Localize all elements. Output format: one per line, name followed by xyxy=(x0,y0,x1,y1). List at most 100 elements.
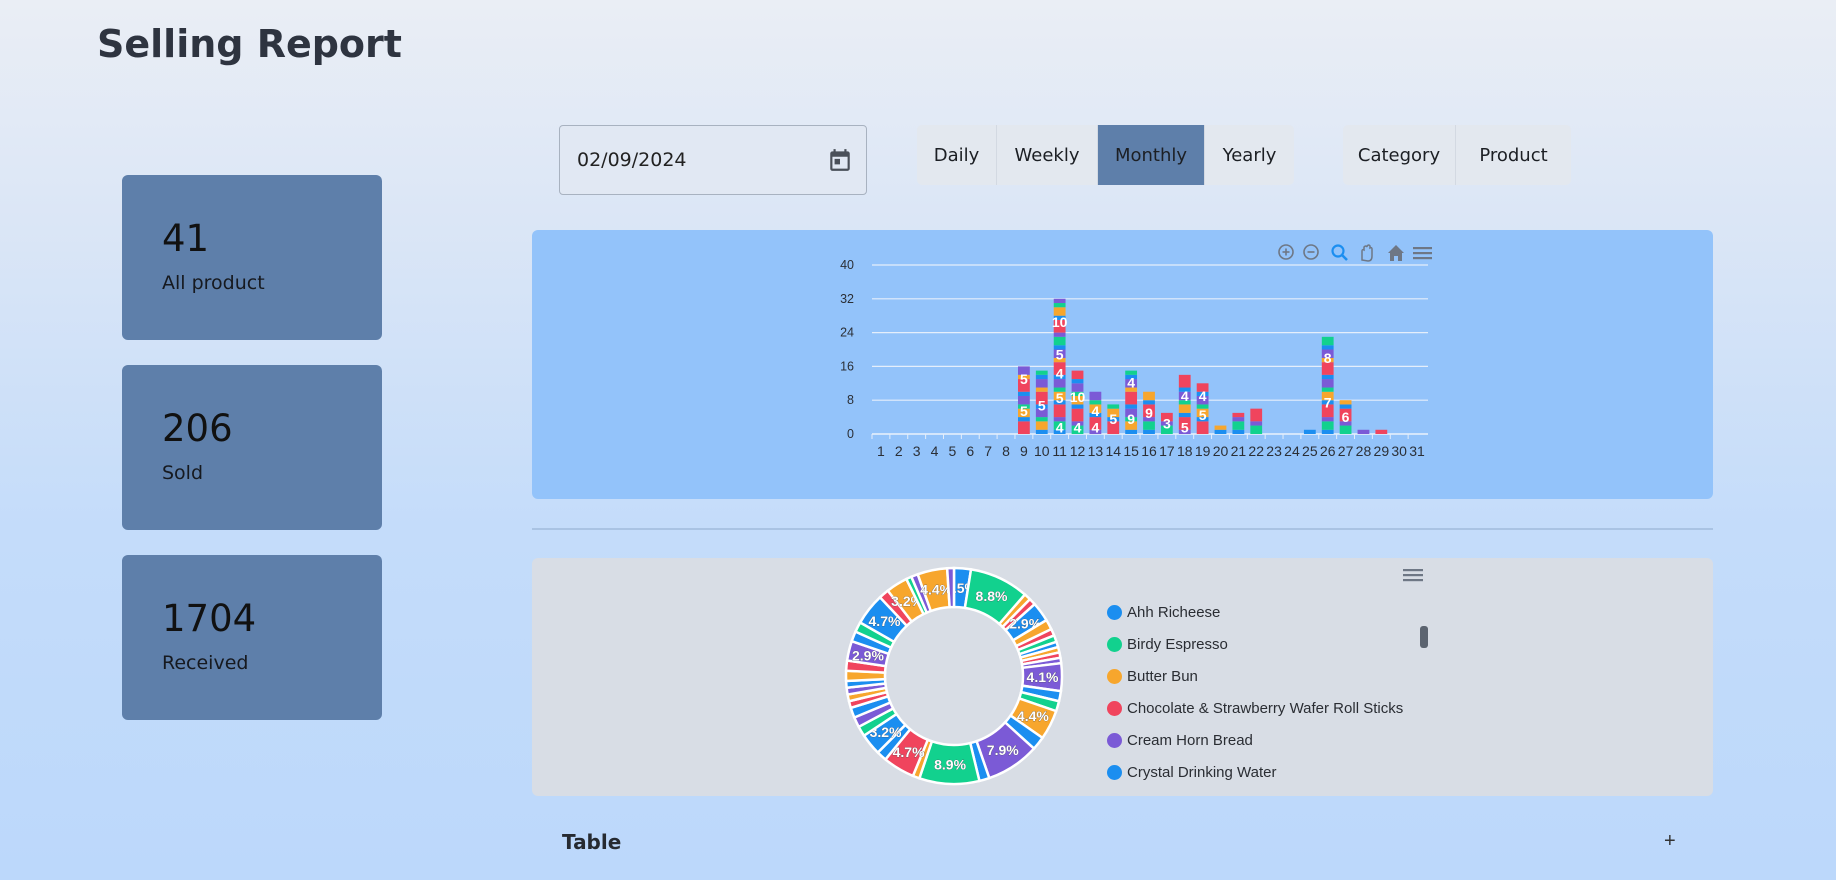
bar-segment xyxy=(1339,404,1352,409)
legend-label: Cream Horn Bread xyxy=(1127,731,1253,749)
data-label: 5 xyxy=(1109,411,1117,427)
bar-stack[interactable] xyxy=(1250,408,1263,434)
x-tick-label: 19 xyxy=(1195,443,1211,459)
slice-label: 8.9% xyxy=(934,756,966,772)
bar-chart-panel: 0 8 16 24 32 40 1 2 3 4 5 6 7 8 9 10 11 12 13 14 15 16 17 18 19 2… xyxy=(532,230,1713,499)
data-label: 5 xyxy=(1020,403,1028,419)
stat-card-all-product: 41 All product xyxy=(122,175,382,340)
y-tick-label: 32 xyxy=(840,292,854,306)
bar-segment xyxy=(1107,404,1120,409)
legend-item[interactable]: Butter Bun xyxy=(1107,660,1403,692)
legend-marker xyxy=(1107,732,1122,748)
bar-segment xyxy=(1071,370,1084,380)
bar-segment xyxy=(1321,421,1334,430)
bar-segment xyxy=(1143,429,1155,434)
legend-item[interactable]: Ahh Richeese xyxy=(1107,596,1403,628)
yearly-button[interactable]: Yearly xyxy=(1205,125,1294,185)
bar-segment xyxy=(1178,404,1191,413)
product-button[interactable]: Product xyxy=(1456,125,1571,185)
x-tick-label: 22 xyxy=(1248,443,1264,459)
x-tick-label: 24 xyxy=(1284,443,1300,459)
y-tick-label: 40 xyxy=(840,258,854,272)
group-toggle-group: Category Product xyxy=(1343,125,1571,185)
x-tick-label: 27 xyxy=(1338,443,1354,459)
x-tick-label: 18 xyxy=(1177,443,1193,459)
bar-segment xyxy=(1035,370,1048,375)
stat-label: Received xyxy=(162,652,249,674)
bar-segment xyxy=(1143,400,1155,405)
stat-value: 206 xyxy=(162,407,233,450)
bar-segment xyxy=(1339,400,1352,405)
bar-segment xyxy=(1250,408,1263,422)
calendar-icon[interactable] xyxy=(827,146,853,174)
bar-segment xyxy=(1321,417,1334,422)
bar-segment xyxy=(1089,391,1102,401)
legend-item[interactable]: Cream Horn Bread xyxy=(1107,724,1403,756)
bar-segment xyxy=(1196,421,1209,434)
x-tick-label: 15 xyxy=(1123,443,1139,459)
data-label: 4 xyxy=(1056,366,1064,382)
legend-marker xyxy=(1107,668,1122,684)
table-section-title: Table xyxy=(562,830,622,854)
x-tick-label: 1 xyxy=(877,443,885,459)
bar-stack[interactable] xyxy=(1232,412,1245,434)
data-label: 9 xyxy=(1127,411,1135,427)
zoom-selection-icon[interactable] xyxy=(1331,244,1348,261)
menu-icon[interactable] xyxy=(1413,247,1432,260)
slice-label: 4.1% xyxy=(1027,669,1059,685)
bar-segment xyxy=(1321,387,1334,392)
monthly-button[interactable]: Monthly xyxy=(1098,125,1205,185)
legend-item[interactable]: Crystal Drinking Water xyxy=(1107,756,1403,788)
pie-legend: Ahh Richeese Birdy Espresso Butter Bun Choc… xyxy=(1107,596,1403,796)
data-label: 10 xyxy=(1052,314,1068,330)
legend-item[interactable]: Chocolate & Strawberry Wafer Roll Sticks xyxy=(1107,692,1403,724)
pan-icon[interactable] xyxy=(1361,244,1373,262)
bar-segment xyxy=(1053,303,1066,308)
donut-slice[interactable] xyxy=(945,566,956,609)
bar-segment xyxy=(1143,421,1155,430)
x-tick-label: 29 xyxy=(1374,443,1390,459)
bar-segment xyxy=(1303,429,1316,434)
stat-value: 41 xyxy=(162,217,210,260)
daily-button[interactable]: Daily xyxy=(917,125,997,185)
legend-scrollbar[interactable] xyxy=(1420,626,1428,648)
x-tick-label: 30 xyxy=(1391,443,1407,459)
x-tick-label: 4 xyxy=(931,443,939,459)
data-label: 5 xyxy=(1020,371,1028,387)
date-input[interactable]: 02/09/2024 xyxy=(559,125,867,195)
stat-label: All product xyxy=(162,272,265,294)
weekly-button[interactable]: Weekly xyxy=(997,125,1098,185)
bar-segment xyxy=(1250,425,1263,434)
reset-home-icon[interactable] xyxy=(1388,245,1404,261)
bar-segment xyxy=(1071,404,1084,409)
x-tick-label: 5 xyxy=(949,443,957,459)
chart-toolbar xyxy=(1278,244,1432,262)
x-tick-label: 6 xyxy=(966,443,974,459)
bar-segment xyxy=(1053,298,1066,304)
bar-segment xyxy=(1125,404,1138,409)
legend-item[interactable]: Dorayaki Cheese xyxy=(1107,788,1403,797)
data-label: 5 xyxy=(1181,420,1189,436)
bar-stack[interactable] xyxy=(1375,429,1388,434)
bar-stack[interactable] xyxy=(1357,429,1370,434)
zoom-in-icon[interactable] xyxy=(1278,244,1294,260)
table-expand-button[interactable]: + xyxy=(1664,830,1676,853)
legend-marker xyxy=(1107,636,1122,652)
x-tick-label: 14 xyxy=(1105,443,1121,459)
stat-label: Sold xyxy=(162,462,204,484)
legend-item[interactable]: Birdy Espresso xyxy=(1107,628,1403,660)
slice-label: 4.4% xyxy=(1017,708,1049,724)
x-tick-label: 28 xyxy=(1356,443,1372,459)
bar-stack[interactable] xyxy=(1303,429,1316,434)
data-label: 5 xyxy=(1056,347,1064,363)
bar-segment xyxy=(1018,391,1030,396)
x-tick-label: 20 xyxy=(1213,443,1229,459)
category-button[interactable]: Category xyxy=(1343,125,1456,185)
data-label: 4 xyxy=(1074,420,1082,436)
bar-segment xyxy=(1339,425,1352,434)
zoom-out-icon[interactable] xyxy=(1303,244,1319,260)
bar-segment xyxy=(1321,345,1334,350)
pie-menu-icon[interactable] xyxy=(1403,569,1423,582)
data-label: 5 xyxy=(1056,390,1064,406)
bar-stack[interactable] xyxy=(1214,425,1227,434)
